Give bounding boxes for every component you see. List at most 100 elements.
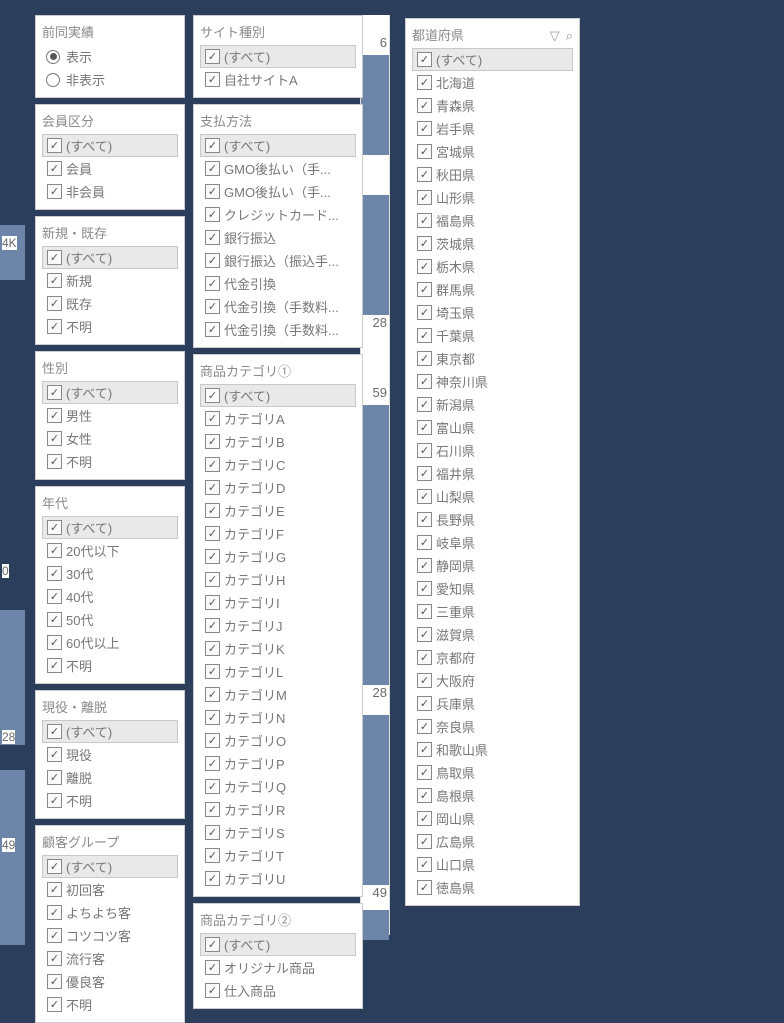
checkbox-item[interactable]: 20代以下 xyxy=(42,539,178,562)
checkbox-item[interactable]: 非会員 xyxy=(42,180,178,203)
checkbox-item[interactable]: カテゴリE xyxy=(200,499,356,522)
checkbox-item[interactable]: 不明 xyxy=(42,654,178,677)
checkbox-all[interactable]: (すべて) xyxy=(200,933,356,956)
checkbox-item[interactable]: 60代以上 xyxy=(42,631,178,654)
checkbox-item[interactable]: 銀行振込（振込手... xyxy=(200,249,356,272)
checkbox-item[interactable]: カテゴリN xyxy=(200,706,356,729)
checkbox-item[interactable]: コツコツ客 xyxy=(42,924,178,947)
checkbox-item[interactable]: 会員 xyxy=(42,157,178,180)
checkbox-item[interactable]: クレジットカード... xyxy=(200,203,356,226)
checkbox-item[interactable]: カテゴリK xyxy=(200,637,356,660)
checkbox-item[interactable]: オリジナル商品 xyxy=(200,956,356,979)
checkbox-item[interactable]: 代金引換（手数料... xyxy=(200,318,356,341)
checkbox-all[interactable]: (すべて) xyxy=(42,246,178,269)
checkbox-item[interactable]: 福島県 xyxy=(412,209,573,232)
checkbox-item[interactable]: 自社サイトA xyxy=(200,68,356,91)
checkbox-item[interactable]: 神奈川県 xyxy=(412,370,573,393)
checkbox-item[interactable]: カテゴリO xyxy=(200,729,356,752)
checkbox-item[interactable]: 埼玉県 xyxy=(412,301,573,324)
checkbox-item[interactable]: カテゴリS xyxy=(200,821,356,844)
checkbox-item[interactable]: 40代 xyxy=(42,585,178,608)
checkbox-item[interactable]: 長野県 xyxy=(412,508,573,531)
checkbox-item[interactable]: カテゴリB xyxy=(200,430,356,453)
checkbox-item[interactable]: よちよち客 xyxy=(42,901,178,924)
checkbox-item[interactable]: 山形県 xyxy=(412,186,573,209)
checkbox-item[interactable]: 鳥取県 xyxy=(412,761,573,784)
checkbox-item[interactable]: 北海道 xyxy=(412,71,573,94)
checkbox-item[interactable]: カテゴリC xyxy=(200,453,356,476)
checkbox-item[interactable]: 30代 xyxy=(42,562,178,585)
checkbox-item[interactable]: 愛知県 xyxy=(412,577,573,600)
checkbox-item[interactable]: カテゴリJ xyxy=(200,614,356,637)
checkbox-all[interactable]: (すべて) xyxy=(42,134,178,157)
checkbox-item[interactable]: カテゴリP xyxy=(200,752,356,775)
checkbox-item[interactable]: 和歌山県 xyxy=(412,738,573,761)
checkbox-item[interactable]: カテゴリF xyxy=(200,522,356,545)
checkbox-all[interactable]: (すべて) xyxy=(200,45,356,68)
checkbox-item[interactable]: 島根県 xyxy=(412,784,573,807)
checkbox-item[interactable]: 岡山県 xyxy=(412,807,573,830)
checkbox-all[interactable]: (すべて) xyxy=(200,384,356,407)
checkbox-item[interactable]: カテゴリQ xyxy=(200,775,356,798)
checkbox-item[interactable]: 千葉県 xyxy=(412,324,573,347)
checkbox-item[interactable]: 秋田県 xyxy=(412,163,573,186)
checkbox-item[interactable]: 男性 xyxy=(42,404,178,427)
checkbox-item[interactable]: 岐阜県 xyxy=(412,531,573,554)
filter-icon[interactable]: ▽ xyxy=(550,28,560,44)
checkbox-item[interactable]: 代金引換（手数料... xyxy=(200,295,356,318)
checkbox-item[interactable]: カテゴリI xyxy=(200,591,356,614)
checkbox-item[interactable]: 静岡県 xyxy=(412,554,573,577)
checkbox-item[interactable]: 50代 xyxy=(42,608,178,631)
checkbox-item[interactable]: 既存 xyxy=(42,292,178,315)
checkbox-item[interactable]: カテゴリA xyxy=(200,407,356,430)
checkbox-item[interactable]: 京都府 xyxy=(412,646,573,669)
checkbox-item[interactable]: カテゴリG xyxy=(200,545,356,568)
checkbox-item[interactable]: カテゴリD xyxy=(200,476,356,499)
checkbox-item[interactable]: カテゴリM xyxy=(200,683,356,706)
checkbox-item[interactable]: 群馬県 xyxy=(412,278,573,301)
checkbox-item[interactable]: 富山県 xyxy=(412,416,573,439)
checkbox-item[interactable]: 初回客 xyxy=(42,878,178,901)
checkbox-item[interactable]: 代金引換 xyxy=(200,272,356,295)
checkbox-item[interactable]: 兵庫県 xyxy=(412,692,573,715)
checkbox-item[interactable]: GMO後払い（手... xyxy=(200,157,356,180)
checkbox-item[interactable]: カテゴリT xyxy=(200,844,356,867)
checkbox-item[interactable]: 山口県 xyxy=(412,853,573,876)
checkbox-item[interactable]: 滋賀県 xyxy=(412,623,573,646)
checkbox-item[interactable]: 女性 xyxy=(42,427,178,450)
checkbox-item[interactable]: 広島県 xyxy=(412,830,573,853)
checkbox-item[interactable]: 栃木県 xyxy=(412,255,573,278)
checkbox-item[interactable]: 不明 xyxy=(42,315,178,338)
radio-hide[interactable]: 非表示 xyxy=(42,68,178,91)
checkbox-item[interactable]: 三重県 xyxy=(412,600,573,623)
checkbox-all[interactable]: (すべて) xyxy=(412,48,573,71)
checkbox-item[interactable]: 岩手県 xyxy=(412,117,573,140)
checkbox-item[interactable]: カテゴリU xyxy=(200,867,356,890)
checkbox-item[interactable]: 山梨県 xyxy=(412,485,573,508)
radio-show[interactable]: 表示 xyxy=(42,45,178,68)
checkbox-item[interactable]: 徳島県 xyxy=(412,876,573,899)
checkbox-all[interactable]: (すべて) xyxy=(42,720,178,743)
checkbox-item[interactable]: 現役 xyxy=(42,743,178,766)
checkbox-item[interactable]: 新潟県 xyxy=(412,393,573,416)
checkbox-item[interactable]: 流行客 xyxy=(42,947,178,970)
checkbox-item[interactable]: 銀行振込 xyxy=(200,226,356,249)
checkbox-item[interactable]: 福井県 xyxy=(412,462,573,485)
checkbox-item[interactable]: 石川県 xyxy=(412,439,573,462)
checkbox-all[interactable]: (すべて) xyxy=(42,516,178,539)
checkbox-item[interactable]: カテゴリR xyxy=(200,798,356,821)
checkbox-item[interactable]: 優良客 xyxy=(42,970,178,993)
checkbox-item[interactable]: 東京都 xyxy=(412,347,573,370)
checkbox-all[interactable]: (すべて) xyxy=(42,855,178,878)
checkbox-item[interactable]: GMO後払い（手... xyxy=(200,180,356,203)
checkbox-item[interactable]: 仕入商品 xyxy=(200,979,356,1002)
checkbox-all[interactable]: (すべて) xyxy=(200,134,356,157)
checkbox-item[interactable]: 不明 xyxy=(42,993,178,1016)
checkbox-all[interactable]: (すべて) xyxy=(42,381,178,404)
checkbox-item[interactable]: 宮城県 xyxy=(412,140,573,163)
checkbox-item[interactable]: 茨城県 xyxy=(412,232,573,255)
search-icon[interactable]: ⌕ xyxy=(566,28,573,44)
checkbox-item[interactable]: 大阪府 xyxy=(412,669,573,692)
checkbox-item[interactable]: 不明 xyxy=(42,789,178,812)
checkbox-item[interactable]: カテゴリH xyxy=(200,568,356,591)
